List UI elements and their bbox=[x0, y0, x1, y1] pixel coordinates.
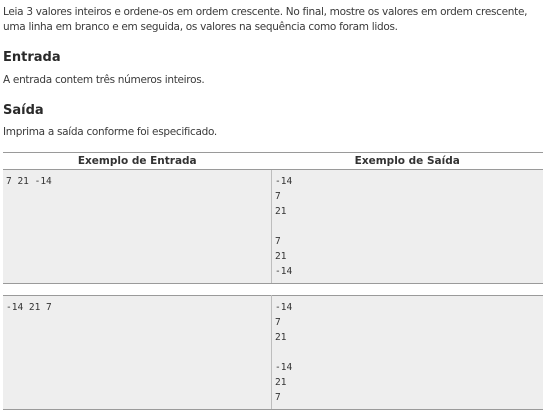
example-input-text: 7 21 -14 bbox=[6, 176, 52, 187]
example-output-text: -14 7 21 7 21 -14 bbox=[275, 176, 293, 277]
example-table-1: Exemplo de Entrada Exemplo de Saída 7 21… bbox=[3, 152, 543, 284]
example-input-text: -14 21 7 bbox=[6, 302, 52, 313]
input-section-title: Entrada bbox=[3, 50, 61, 65]
output-section-title: Saída bbox=[3, 103, 44, 118]
example-row: -14 21 7 -14 7 21 -14 21 7 bbox=[3, 295, 543, 410]
problem-description: Leia 3 valores inteiros e ordene-os em o… bbox=[3, 6, 528, 33]
output-section-text: Imprima a saída conforme foi especificad… bbox=[3, 126, 217, 138]
input-section-text: A entrada contem três números inteiros. bbox=[3, 74, 205, 86]
example-output-text: -14 7 21 -14 21 7 bbox=[275, 302, 293, 403]
problem-page: Leia 3 valores inteiros e ordene-os em o… bbox=[0, 0, 547, 410]
example-output-header: Exemplo de Saída bbox=[271, 152, 543, 170]
example-output-cell: -14 7 21 7 21 -14 bbox=[271, 169, 543, 284]
example-table-2: -14 21 7 -14 7 21 -14 21 7 bbox=[3, 295, 543, 410]
example-input-cell: 7 21 -14 bbox=[3, 169, 272, 284]
example-output-cell: -14 7 21 -14 21 7 bbox=[271, 295, 543, 410]
example-input-header: Exemplo de Entrada bbox=[3, 152, 272, 170]
example-row: 7 21 -14 -14 7 21 7 21 -14 bbox=[3, 169, 543, 284]
example-input-cell: -14 21 7 bbox=[3, 295, 272, 410]
